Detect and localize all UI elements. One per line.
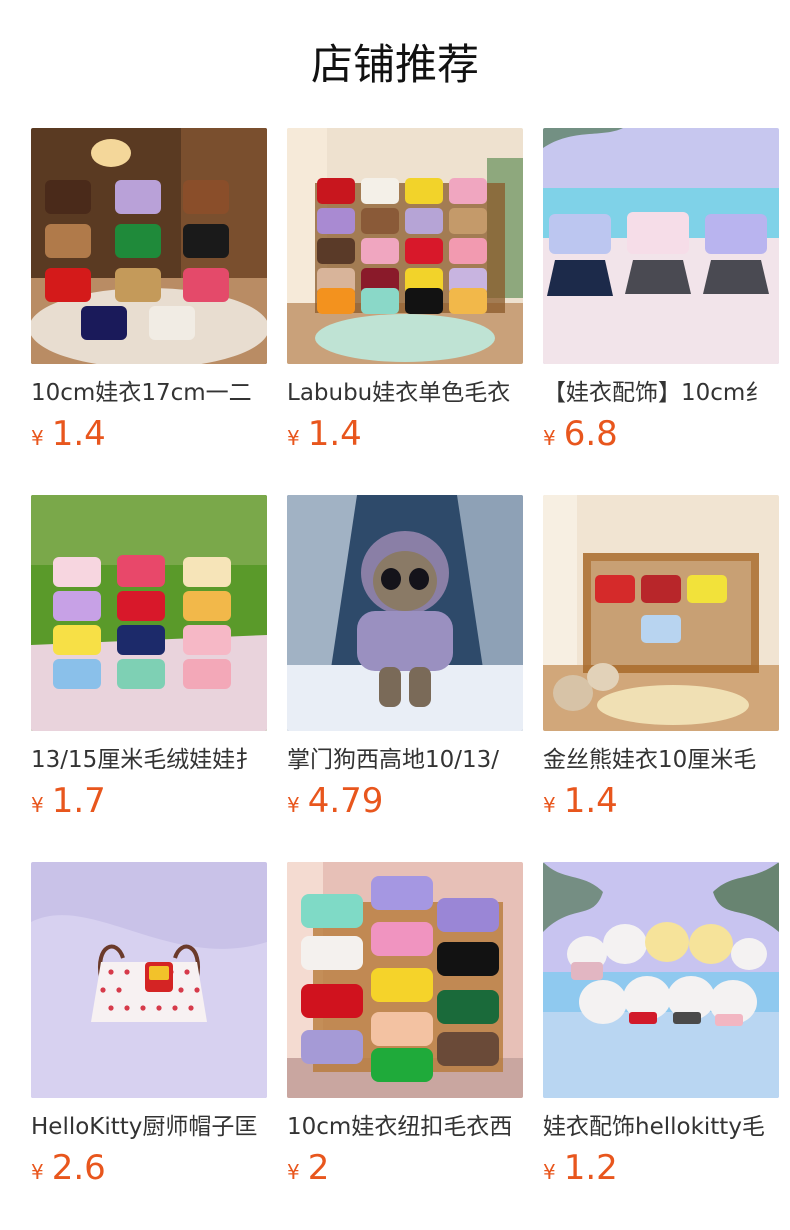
cardigan-shelf-icon xyxy=(287,862,523,1098)
product-price: ¥ 2.6 xyxy=(31,1146,267,1190)
product-card[interactable]: HelloKitty厨师帽子匡 ¥ 2.6 xyxy=(31,862,267,1190)
page-header: 店铺推荐 xyxy=(0,0,790,128)
price-amount: 2 xyxy=(307,1148,330,1188)
currency-symbol: ¥ xyxy=(31,426,44,450)
product-name[interactable]: 10cm娃衣纽扣毛衣西 xyxy=(287,1110,523,1144)
product-name[interactable]: Labubu娃衣单色毛衣 xyxy=(287,376,523,410)
currency-symbol: ¥ xyxy=(287,793,300,817)
product-card[interactable]: Labubu娃衣单色毛衣 ¥ 1.4 xyxy=(287,128,523,456)
product-price: ¥ 6.8 xyxy=(543,412,779,456)
product-image[interactable] xyxy=(31,128,267,364)
product-price: ¥ 1.2 xyxy=(543,1146,779,1190)
currency-symbol: ¥ xyxy=(287,1160,300,1184)
product-card[interactable]: 13/15厘米毛绒娃娃扌 ¥ 1.7 xyxy=(31,495,267,823)
product-image[interactable] xyxy=(543,128,779,364)
sweater-pile-icon xyxy=(31,128,267,364)
product-price: ¥ 1.4 xyxy=(543,779,779,823)
price-amount: 1.4 xyxy=(563,781,618,821)
price-amount: 2.6 xyxy=(51,1148,106,1188)
product-name[interactable]: 掌门狗西高地10/13/ xyxy=(287,743,523,777)
product-name[interactable]: 金丝熊娃衣10厘米毛 xyxy=(543,743,779,777)
price-amount: 1.2 xyxy=(563,1148,618,1188)
product-name[interactable]: 13/15厘米毛绒娃娃扌 xyxy=(31,743,267,777)
product-card[interactable]: 娃衣配饰hellokitty毛 ¥ 1.2 xyxy=(543,862,779,1190)
school-uniform-icon xyxy=(543,128,779,364)
price-amount: 1.7 xyxy=(51,781,106,821)
chef-hat-icon xyxy=(543,862,779,1098)
price-amount: 1.4 xyxy=(307,414,362,454)
product-image[interactable] xyxy=(287,128,523,364)
crib-icon xyxy=(543,495,779,731)
product-name[interactable]: 【娃衣配饰】10cm纟 xyxy=(543,376,779,410)
product-card[interactable]: 10cm娃衣17cm一二 ¥ 1.4 xyxy=(31,128,267,456)
product-name[interactable]: 娃衣配饰hellokitty毛 xyxy=(543,1110,779,1144)
product-name[interactable]: 10cm娃衣17cm一二 xyxy=(31,376,267,410)
product-price: ¥ 4.79 xyxy=(287,779,523,823)
product-card[interactable]: 掌门狗西高地10/13/ ¥ 4.79 xyxy=(287,495,523,823)
price-amount: 6.8 xyxy=(563,414,618,454)
plush-doll-icon xyxy=(287,495,523,731)
page-title: 店铺推荐 xyxy=(310,40,479,89)
product-card[interactable]: 金丝熊娃衣10厘米毛 ¥ 1.4 xyxy=(543,495,779,823)
apron-icon xyxy=(31,862,267,1098)
product-image[interactable] xyxy=(31,495,267,731)
price-amount: 4.79 xyxy=(307,781,384,821)
currency-symbol: ¥ xyxy=(31,793,44,817)
product-image[interactable] xyxy=(287,495,523,731)
sweater-rack-icon xyxy=(287,128,523,364)
product-card[interactable]: 【娃衣配饰】10cm纟 ¥ 6.8 xyxy=(543,128,779,456)
price-amount: 1.4 xyxy=(51,414,106,454)
currency-symbol: ¥ xyxy=(287,426,300,450)
currency-symbol: ¥ xyxy=(31,1160,44,1184)
dress-stack-icon xyxy=(31,495,267,731)
product-image[interactable] xyxy=(543,495,779,731)
product-price: ¥ 1.7 xyxy=(31,779,267,823)
product-price: ¥ 2 xyxy=(287,1146,523,1190)
product-price: ¥ 1.4 xyxy=(31,412,267,456)
currency-symbol: ¥ xyxy=(543,426,556,450)
product-image[interactable] xyxy=(287,862,523,1098)
product-price: ¥ 1.4 xyxy=(287,412,523,456)
product-card[interactable]: 10cm娃衣纽扣毛衣西 ¥ 2 xyxy=(287,862,523,1190)
currency-symbol: ¥ xyxy=(543,793,556,817)
currency-symbol: ¥ xyxy=(543,1160,556,1184)
product-name[interactable]: HelloKitty厨师帽子匡 xyxy=(31,1110,267,1144)
product-image[interactable] xyxy=(543,862,779,1098)
product-image[interactable] xyxy=(31,862,267,1098)
